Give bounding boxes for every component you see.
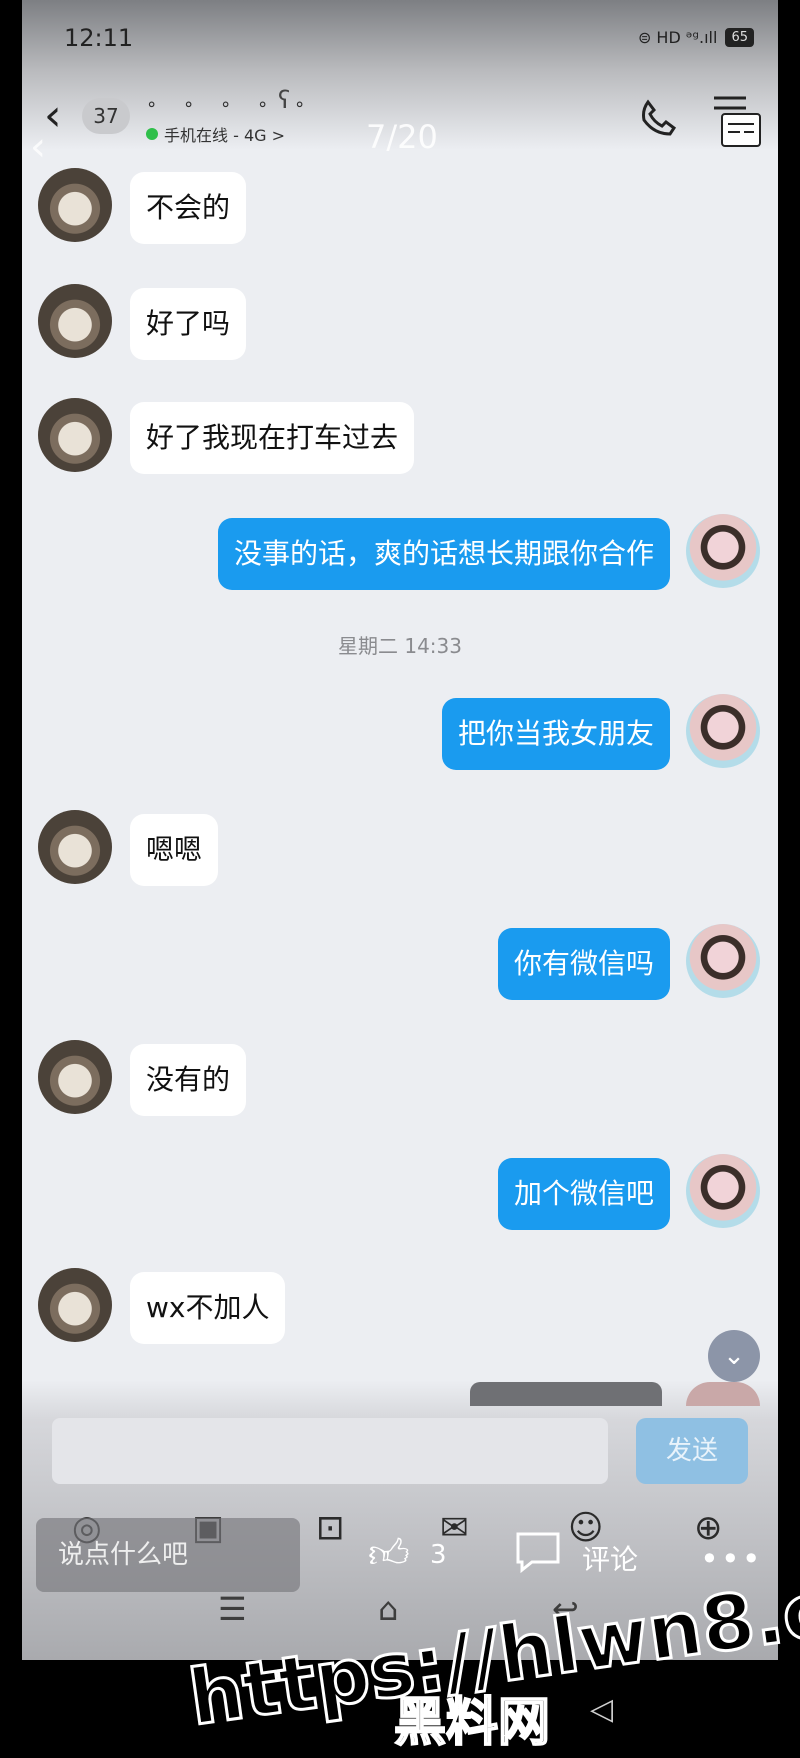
message-row: 不会的	[22, 168, 778, 252]
phone-call-icon[interactable]	[638, 98, 678, 138]
send-button[interactable]: 发送	[636, 1418, 748, 1484]
camera-icon[interactable]: ⊡	[316, 1508, 345, 1548]
incoming-message[interactable]: wx不加人	[130, 1272, 286, 1344]
online-status[interactable]: 手机在线 - 4G >	[146, 122, 285, 146]
contact-avatar[interactable]	[38, 1040, 112, 1114]
contact-avatar[interactable]	[38, 168, 112, 242]
battery-icon: 65	[725, 28, 754, 47]
unread-count-badge[interactable]: 37	[82, 98, 130, 134]
message-row: 好了吗	[22, 284, 778, 368]
my-avatar[interactable]	[686, 924, 760, 998]
contact-avatar[interactable]	[38, 1268, 112, 1342]
status-bar: 12:11 ⊜ HD ᵊᵍ.ıll 65	[22, 18, 778, 58]
message-row: 嗯嗯	[22, 810, 778, 894]
outgoing-message[interactable]: 你有微信吗	[497, 928, 670, 1000]
home-icon[interactable]: ⌂	[378, 1590, 398, 1628]
incoming-message[interactable]: 好了吗	[130, 288, 247, 360]
thumbs-up-icon[interactable]: 👍︎	[368, 1530, 410, 1578]
recent-apps-icon[interactable]: ☰	[218, 1590, 247, 1628]
message-row: 把你当我女朋友	[22, 694, 778, 778]
status-icons: ⊜ HD ᵊᵍ.ıll 65	[638, 28, 754, 47]
message-row: 好了我现在打车过去	[22, 398, 778, 482]
chat-screen: 12:11 ⊜ HD ᵊᵍ.ıll 65 ‹ ‹ 37 ∘ ∘ ∘ ∘ ∘ ʕ …	[22, 0, 778, 1660]
comment-icon[interactable]	[514, 1530, 562, 1574]
online-status-label: 手机在线 - 4G >	[164, 126, 286, 145]
comment-label[interactable]: 评论	[582, 1538, 638, 1578]
outgoing-message[interactable]: 加个微信吧	[497, 1158, 670, 1230]
ear-icon: ʕ	[278, 86, 291, 114]
watermark-site-name: 黑料网	[393, 1692, 551, 1754]
back-arrow-overlay-icon[interactable]: ‹	[30, 124, 46, 170]
chat-header: ‹ ‹ 37 ∘ ∘ ∘ ∘ ∘ ʕ 手机在线 - 4G > 7/20	[22, 80, 778, 170]
back-triangle-icon[interactable]: ◁	[590, 1692, 613, 1727]
my-avatar[interactable]	[686, 694, 760, 768]
my-avatar[interactable]	[686, 1382, 760, 1406]
incoming-message[interactable]: 没有的	[130, 1044, 247, 1116]
contact-avatar[interactable]	[38, 284, 112, 358]
like-count: 3	[430, 1540, 447, 1570]
partial-image-message[interactable]	[470, 1382, 662, 1406]
status-time: 12:11	[64, 24, 134, 52]
message-row: 没事的话，爽的话想长期跟你合作	[22, 514, 778, 598]
comment-input[interactable]: 说点什么吧	[36, 1518, 300, 1592]
message-row: wx不加人	[22, 1268, 778, 1352]
message-row: 加个微信吧	[22, 1154, 778, 1238]
online-dot-icon	[146, 128, 158, 140]
incoming-message[interactable]: 不会的	[130, 172, 247, 244]
outgoing-message[interactable]: 没事的话，爽的话想长期跟你合作	[217, 518, 670, 590]
outgoing-message[interactable]: 把你当我女朋友	[441, 698, 670, 770]
incoming-message[interactable]: 好了我现在打车过去	[130, 402, 415, 474]
menu-icon[interactable]	[712, 92, 762, 148]
contact-avatar[interactable]	[38, 398, 112, 472]
my-avatar[interactable]	[686, 1154, 760, 1228]
message-input[interactable]	[52, 1418, 608, 1484]
contact-avatar[interactable]	[38, 810, 112, 884]
message-row: 你有微信吗	[22, 924, 778, 1008]
more-icon[interactable]: •••	[700, 1540, 763, 1578]
scroll-to-bottom-button[interactable]: ⌄	[708, 1330, 760, 1382]
my-avatar[interactable]	[686, 514, 760, 588]
message-row: 没有的	[22, 1040, 778, 1124]
back-arrow-icon[interactable]: ‹	[44, 90, 62, 141]
image-pager: 7/20	[366, 118, 438, 156]
signal-icon: ⊜ HD ᵊᵍ.ıll	[637, 28, 718, 47]
message-timestamp: 星期二 14:33	[338, 634, 462, 658]
incoming-message[interactable]: 嗯嗯	[130, 814, 219, 886]
input-bar: 发送	[22, 1418, 778, 1488]
